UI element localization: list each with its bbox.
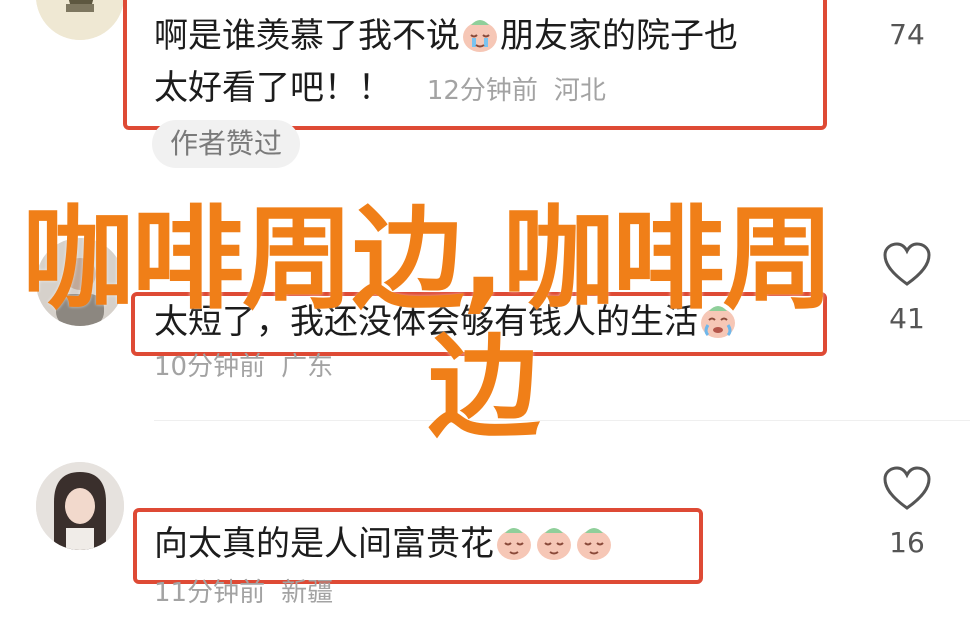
heart-icon[interactable]: [882, 242, 932, 288]
watermark-line1: 咖啡周边,咖啡周: [22, 195, 835, 325]
pensive-emoji-icon: [494, 524, 534, 560]
comment-location: 河北: [553, 76, 606, 106]
watermark-line2: 边: [428, 323, 540, 453]
like-count: 74: [889, 18, 925, 51]
pensive-emoji-icon: [574, 524, 614, 560]
comment-text-line1b: 朋友家的院子也: [500, 16, 738, 56]
comment-text-line1: 啊是谁羡慕了我不说: [154, 16, 460, 56]
comment-time: 11分钟前: [154, 578, 266, 608]
comment-text-line2-row: 太好看了吧！！ 12分钟前 河北: [154, 62, 606, 114]
like-count: 41: [889, 302, 925, 335]
heart-icon[interactable]: [882, 466, 932, 512]
comment-meta: 10分钟前 广东: [154, 350, 333, 384]
comment-time: 10分钟前: [154, 352, 266, 382]
comment-location: 广东: [281, 352, 334, 382]
comment-meta: 11分钟前 新疆: [154, 576, 333, 610]
pensive-emoji-icon: [460, 16, 500, 52]
avatar[interactable]: [36, 462, 124, 550]
comment-divider: [154, 420, 970, 421]
pensive-emoji-icon: [534, 524, 574, 560]
comment-text-content: 向太真的是人间富贵花: [154, 524, 494, 564]
comment-text-line2: 太好看了吧！！: [154, 68, 392, 108]
avatar[interactable]: [36, 0, 124, 40]
comment-time: 12分钟前: [426, 76, 538, 106]
comment-location: 新疆: [281, 578, 334, 608]
author-liked-badge: 作者赞过: [152, 120, 301, 168]
like-count: 16: [889, 526, 925, 559]
comment-text[interactable]: 向太真的是人间富贵花: [154, 518, 614, 570]
comment-text[interactable]: 啊是谁羡慕了我不说 朋友家的院子也: [154, 10, 738, 62]
